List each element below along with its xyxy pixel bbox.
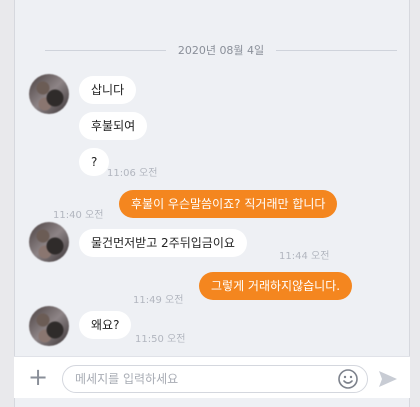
- emoji-icon[interactable]: [336, 367, 360, 391]
- message-time: 11:50 오전: [135, 334, 186, 345]
- chat-window: 2020년 08월 4일 삽니다 후불되여 ? 11:06 오전 11:40 오…: [14, 0, 410, 407]
- divider: [276, 49, 397, 51]
- incoming-message: 왜요?: [79, 311, 132, 339]
- incoming-message: 후불되여: [79, 112, 148, 140]
- outgoing-message: 후불이 우슨말씀이죠? 직거래만 합니다: [119, 190, 338, 218]
- avatar[interactable]: [29, 74, 69, 114]
- message-input[interactable]: [62, 365, 368, 393]
- message-time: 11:40 오전: [53, 210, 104, 221]
- divider: [45, 49, 166, 51]
- plus-icon[interactable]: +: [26, 365, 50, 389]
- incoming-message: 삽니다: [79, 76, 137, 104]
- date-label: 2020년 08월 4일: [177, 44, 265, 57]
- message-time: 11:49 오전: [133, 295, 184, 306]
- avatar[interactable]: [29, 306, 69, 346]
- send-icon[interactable]: [376, 367, 400, 391]
- incoming-message: 물건먼저받고 2주뒤입금이요: [79, 229, 247, 257]
- message-composer: +: [14, 356, 410, 398]
- date-separator: 2020년 08월 4일: [45, 40, 397, 60]
- message-time: 11:06 오전: [107, 168, 158, 179]
- avatar[interactable]: [29, 222, 69, 262]
- message-time: 11:44 오전: [279, 251, 330, 262]
- outgoing-message: 그렇게 거래하지않습니다.: [199, 272, 353, 300]
- incoming-message: ?: [79, 148, 110, 176]
